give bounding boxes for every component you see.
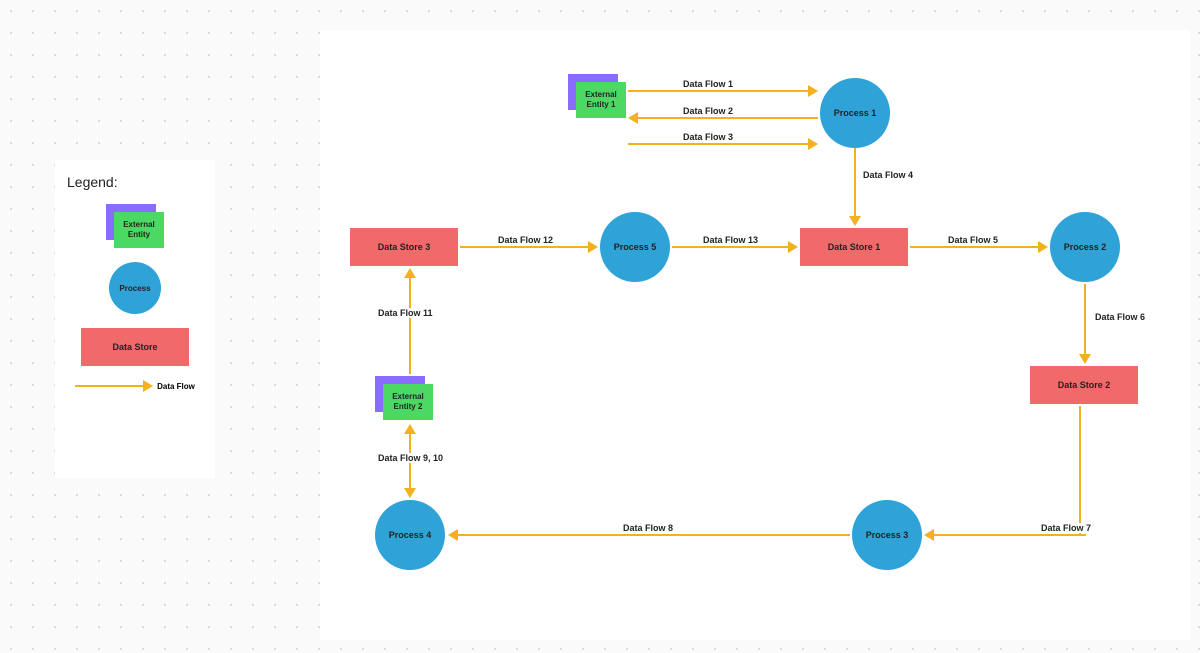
flow-3-label: Data Flow 3 <box>680 132 736 142</box>
node-data-store-3[interactable]: Data Store 3 <box>350 228 458 266</box>
flow-6-label: Data Flow 6 <box>1092 312 1148 322</box>
flow-2-label: Data Flow 2 <box>680 106 736 116</box>
legend-flow-label: Data Flow <box>157 382 195 391</box>
diagram-canvas[interactable]: ExternalEntity 1 Process 1 Data Flow 1 D… <box>320 30 1190 640</box>
data-store-icon: Data Store <box>81 328 189 366</box>
external-entity-icon: ExternalEntity <box>106 204 164 248</box>
legend-item-data-store: Data Store <box>67 328 203 366</box>
external-entity-icon: ExternalEntity 1 <box>568 74 626 118</box>
node-process-1[interactable]: Process 1 <box>820 78 890 148</box>
external-entity-icon: ExternalEntity 2 <box>375 376 433 420</box>
legend-title: Legend: <box>67 174 203 190</box>
legend-item-external-entity: ExternalEntity <box>67 204 203 248</box>
node-external-entity-1[interactable]: ExternalEntity 1 <box>568 74 626 118</box>
flow-4-label: Data Flow 4 <box>860 170 916 180</box>
node-data-store-2[interactable]: Data Store 2 <box>1030 366 1138 404</box>
flow-7-v[interactable] <box>1079 406 1081 536</box>
node-process-4[interactable]: Process 4 <box>375 500 445 570</box>
legend-item-process: Process <box>67 262 203 314</box>
flow-11[interactable] <box>404 268 416 374</box>
flow-8-label: Data Flow 8 <box>620 523 676 533</box>
node-external-entity-2[interactable]: ExternalEntity 2 <box>375 376 433 420</box>
flow-7-label: Data Flow 7 <box>1038 523 1094 533</box>
legend-panel: Legend: ExternalEntity Process Data Stor… <box>55 160 215 478</box>
node-data-store-1[interactable]: Data Store 1 <box>800 228 908 266</box>
flow-4[interactable] <box>849 148 861 226</box>
flow-9-10-label: Data Flow 9, 10 <box>375 453 446 463</box>
flow-6[interactable] <box>1079 284 1091 364</box>
flow-13-label: Data Flow 13 <box>700 235 761 245</box>
flow-11-label: Data Flow 11 <box>375 308 436 318</box>
flow-12-label: Data Flow 12 <box>495 235 556 245</box>
legend-item-data-flow: Data Flow <box>67 380 203 392</box>
flow-5-label: Data Flow 5 <box>945 235 1001 245</box>
node-process-3[interactable]: Process 3 <box>852 500 922 570</box>
flow-1-label: Data Flow 1 <box>680 79 736 89</box>
node-process-2[interactable]: Process 2 <box>1050 212 1120 282</box>
process-icon: Process <box>109 262 161 314</box>
arrow-icon <box>143 380 153 392</box>
node-process-5[interactable]: Process 5 <box>600 212 670 282</box>
